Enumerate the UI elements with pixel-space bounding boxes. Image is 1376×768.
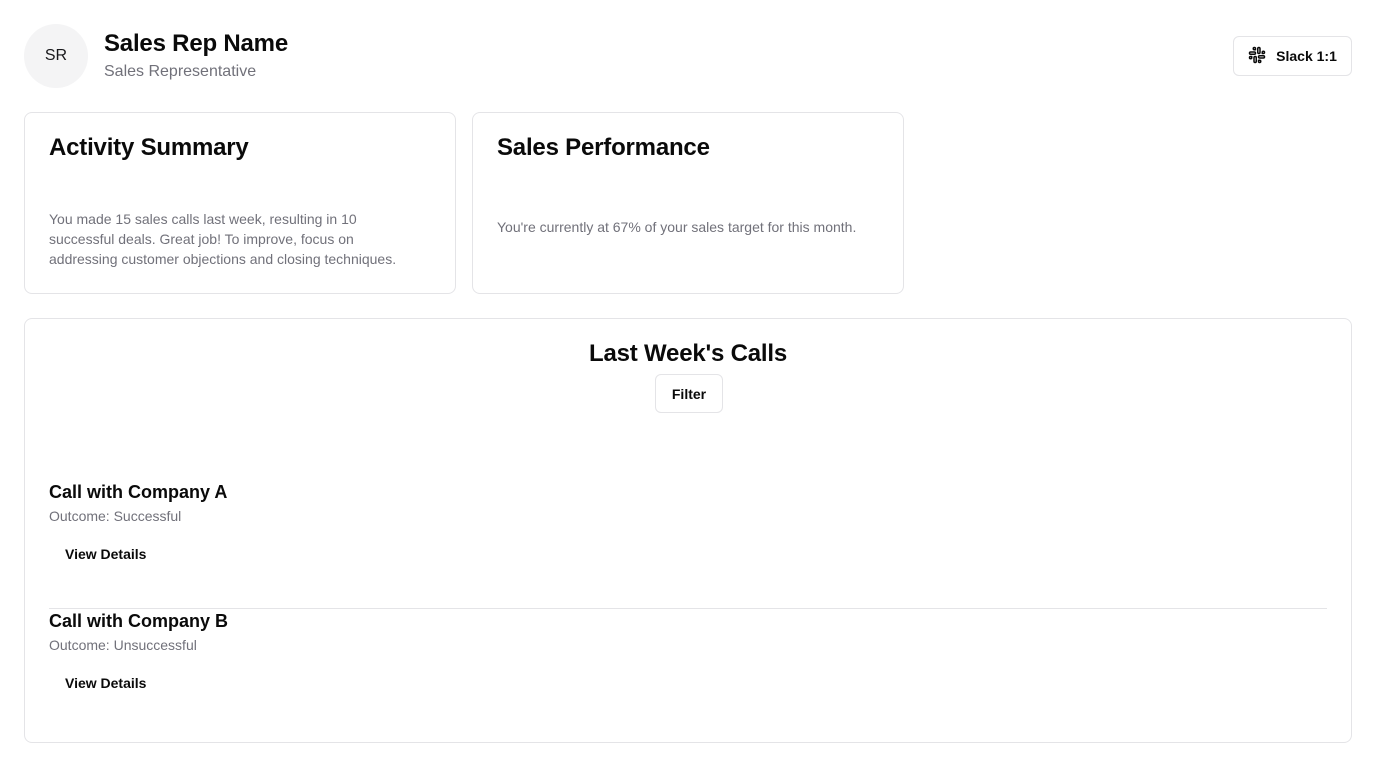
call-list-item: Call with Company B Outcome: Unsuccessfu… xyxy=(49,609,1327,738)
call-list-item: Call with Company A Outcome: Successful … xyxy=(49,480,1327,609)
avatar: SR xyxy=(24,24,88,88)
sales-performance-card: Sales Performance You're currently at 67… xyxy=(472,112,904,294)
call-outcome: Outcome: Successful xyxy=(49,508,182,524)
profile-header: SR Sales Rep Name Sales Representative S… xyxy=(24,24,1352,88)
view-details-button[interactable]: View Details xyxy=(49,665,164,701)
call-outcome: Outcome: Unsuccessful xyxy=(49,637,197,653)
activity-summary-text: You made 15 sales calls last week, resul… xyxy=(49,211,397,267)
call-title: Call with Company B xyxy=(49,611,229,631)
rep-role: Sales Representative xyxy=(104,63,257,80)
view-details-button[interactable]: View Details xyxy=(49,536,164,572)
sales-performance-text: You're currently at 67% of your sales ta… xyxy=(497,219,857,235)
activity-summary-card: Activity Summary You made 15 sales calls… xyxy=(24,112,456,294)
last-week-calls-panel: Last Week's Calls Filter Call with Compa… xyxy=(24,318,1352,743)
rep-dashboard: SR Sales Rep Name Sales Representative S… xyxy=(0,0,1376,768)
sales-performance-title: Sales Performance xyxy=(497,134,710,161)
slack-one-on-one-button[interactable]: Slack 1:1 xyxy=(1233,36,1352,76)
calls-title: Last Week's Calls xyxy=(589,340,787,367)
activity-summary-title: Activity Summary xyxy=(49,134,249,161)
call-title: Call with Company A xyxy=(49,482,228,502)
slack-icon xyxy=(1248,46,1266,67)
filter-button[interactable]: Filter xyxy=(655,374,723,413)
rep-name: Sales Rep Name xyxy=(104,30,288,57)
slack-button-label: Slack 1:1 xyxy=(1276,48,1337,64)
